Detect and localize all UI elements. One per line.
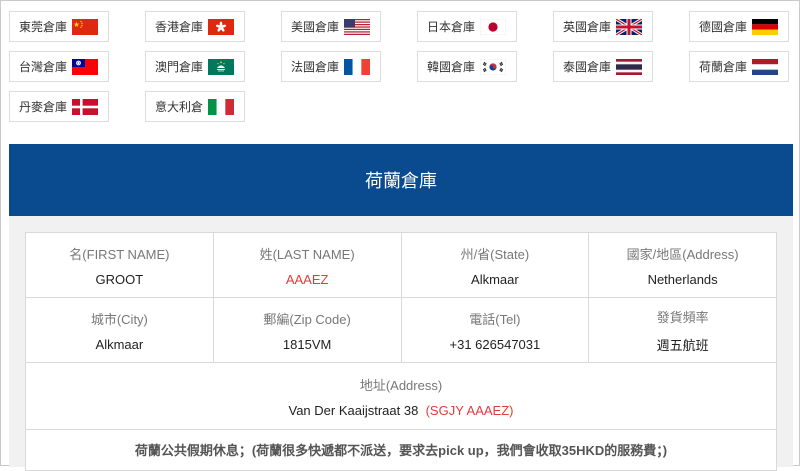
usa-flag-icon [344,18,370,35]
address-info-table: 名(FIRST NAME) GROOT 姓(LAST NAME) AAAEZ 州… [25,232,777,471]
denmark-flag-icon [72,98,98,115]
last-name-label: 姓(LAST NAME) [259,246,355,262]
warehouse-taiwan[interactable]: 台灣倉庫 [9,51,109,82]
frequency-cell: 發貨頻率 週五航班 [588,297,777,363]
frequency-value: 週五航班 [656,337,709,353]
state-cell: 州/省(State) Alkmaar [400,232,590,298]
warehouse-label: 法國倉庫 [291,60,340,74]
last-name-value: AAAEZ [285,271,329,287]
warehouse-netherlands[interactable]: 荷蘭倉庫 [689,51,789,82]
city-cell: 城市(City) Alkmaar [25,297,214,363]
first-name-value: GROOT [95,271,144,287]
zip-label: 郵編(Zip Code) [263,311,351,327]
tel-cell: 電話(Tel) +31 626547031 [400,297,590,363]
warehouse-label: 台灣倉庫 [19,60,68,74]
state-value: Alkmaar [471,271,519,287]
country-value: Netherlands [647,271,718,287]
last-name-cell: 姓(LAST NAME) AAAEZ [212,232,402,298]
address-line: Van Der Kaaijstraat 38 (SGJY AAAEZ) [26,403,776,418]
state-label: 州/省(State) [460,246,530,262]
thailand-flag-icon [616,58,642,75]
warehouse-label: 德國倉庫 [699,20,748,34]
warehouse-thailand[interactable]: 泰國倉庫 [553,51,653,82]
warehouse-label: 英國倉庫 [563,20,612,34]
warehouse-label: 東莞倉庫 [19,20,68,34]
warehouse-germany[interactable]: 德國倉庫 [689,11,789,42]
city-label: 城市(City) [90,311,148,327]
warehouse-label: 澳門倉庫 [155,60,204,74]
warehouse-dongguan[interactable]: 東莞倉庫 [9,11,109,42]
germany-flag-icon [752,18,778,35]
warehouse-denmark[interactable]: 丹麥倉庫 [9,91,109,122]
warehouse-hongkong[interactable]: 香港倉庫 [145,11,245,42]
holiday-note: 荷蘭公共假期休息；(荷蘭很多快遞都不派送，要求去pick up，我們會收取35H… [134,443,668,458]
tel-label: 電話(Tel) [469,311,521,327]
address-value: Van Der Kaaijstraat 38 [288,402,419,418]
warehouse-info-card: 名(FIRST NAME) GROOT 姓(LAST NAME) AAAEZ 州… [9,216,793,471]
france-flag-icon [344,58,370,75]
warehouse-japan[interactable]: 日本倉庫 [417,11,517,42]
uk-flag-icon [616,18,642,35]
country-cell: 國家/地區(Address) Netherlands [588,232,777,298]
korea-flag-icon [480,58,506,75]
warehouse-label: 丹麥倉庫 [19,100,68,114]
address-label: 地址(Address) [359,377,443,393]
warehouse-label: 香港倉庫 [155,20,204,34]
warehouse-label: 荷蘭倉庫 [699,60,748,74]
warehouse-korea[interactable]: 韓國倉庫 [417,51,517,82]
warehouse-label: 意大利倉 [155,100,204,114]
hong-kong-flag-icon [208,18,234,35]
address-cell: 地址(Address) Van Der Kaaijstraat 38 (SGJY… [25,362,777,430]
frequency-label: 發貨頻率 [656,309,709,325]
city-value: Alkmaar [95,336,144,352]
china-flag-icon [72,18,98,35]
tel-value: +31 626547031 [449,336,541,352]
warehouse-label: 韓國倉庫 [427,60,476,74]
japan-flag-icon [480,18,506,35]
banner-title: 荷蘭倉庫 [365,171,437,191]
warehouse-macau[interactable]: 澳門倉庫 [145,51,245,82]
macau-flag-icon [208,58,234,75]
zip-cell: 郵編(Zip Code) 1815VM [212,297,402,363]
italy-flag-icon [208,98,234,115]
country-label: 國家/地區(Address) [626,246,739,262]
warehouse-france[interactable]: 法國倉庫 [281,51,381,82]
warehouse-usa[interactable]: 美國倉庫 [281,11,381,42]
warehouse-italy[interactable]: 意大利倉 [145,91,245,122]
warehouse-label: 泰國倉庫 [563,60,612,74]
warehouse-label: 日本倉庫 [427,20,476,34]
netherlands-flag-icon [752,58,778,75]
warehouse-title-banner: 荷蘭倉庫 [9,144,793,216]
address-code: (SGJY AAAEZ) [425,402,514,418]
holiday-note-cell: 荷蘭公共假期休息；(荷蘭很多快遞都不派送，要求去pick up，我們會收取35H… [25,429,777,471]
warehouse-uk[interactable]: 英國倉庫 [553,11,653,42]
zip-value: 1815VM [282,336,332,352]
taiwan-flag-icon [72,58,98,75]
first-name-cell: 名(FIRST NAME) GROOT [25,232,214,298]
warehouse-label: 美國倉庫 [291,20,340,34]
first-name-label: 名(FIRST NAME) [69,246,170,262]
